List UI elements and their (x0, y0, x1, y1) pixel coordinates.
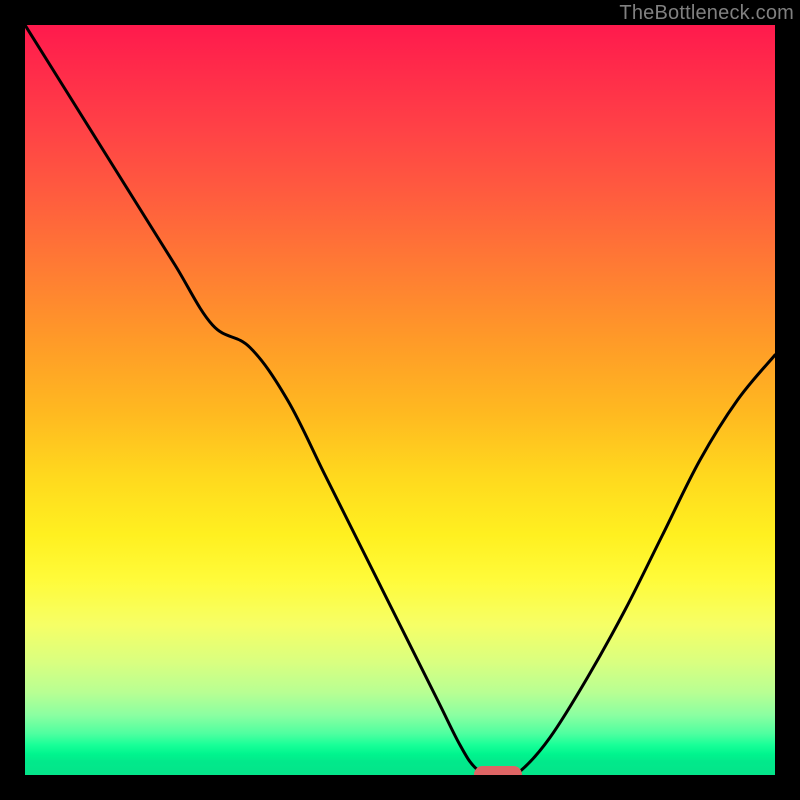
optimal-point-marker (474, 766, 522, 775)
plot-area (25, 25, 775, 775)
curve-path (25, 25, 775, 775)
bottleneck-curve (25, 25, 775, 775)
watermark-text: TheBottleneck.com (619, 2, 794, 25)
chart-frame: TheBottleneck.com (0, 0, 800, 800)
